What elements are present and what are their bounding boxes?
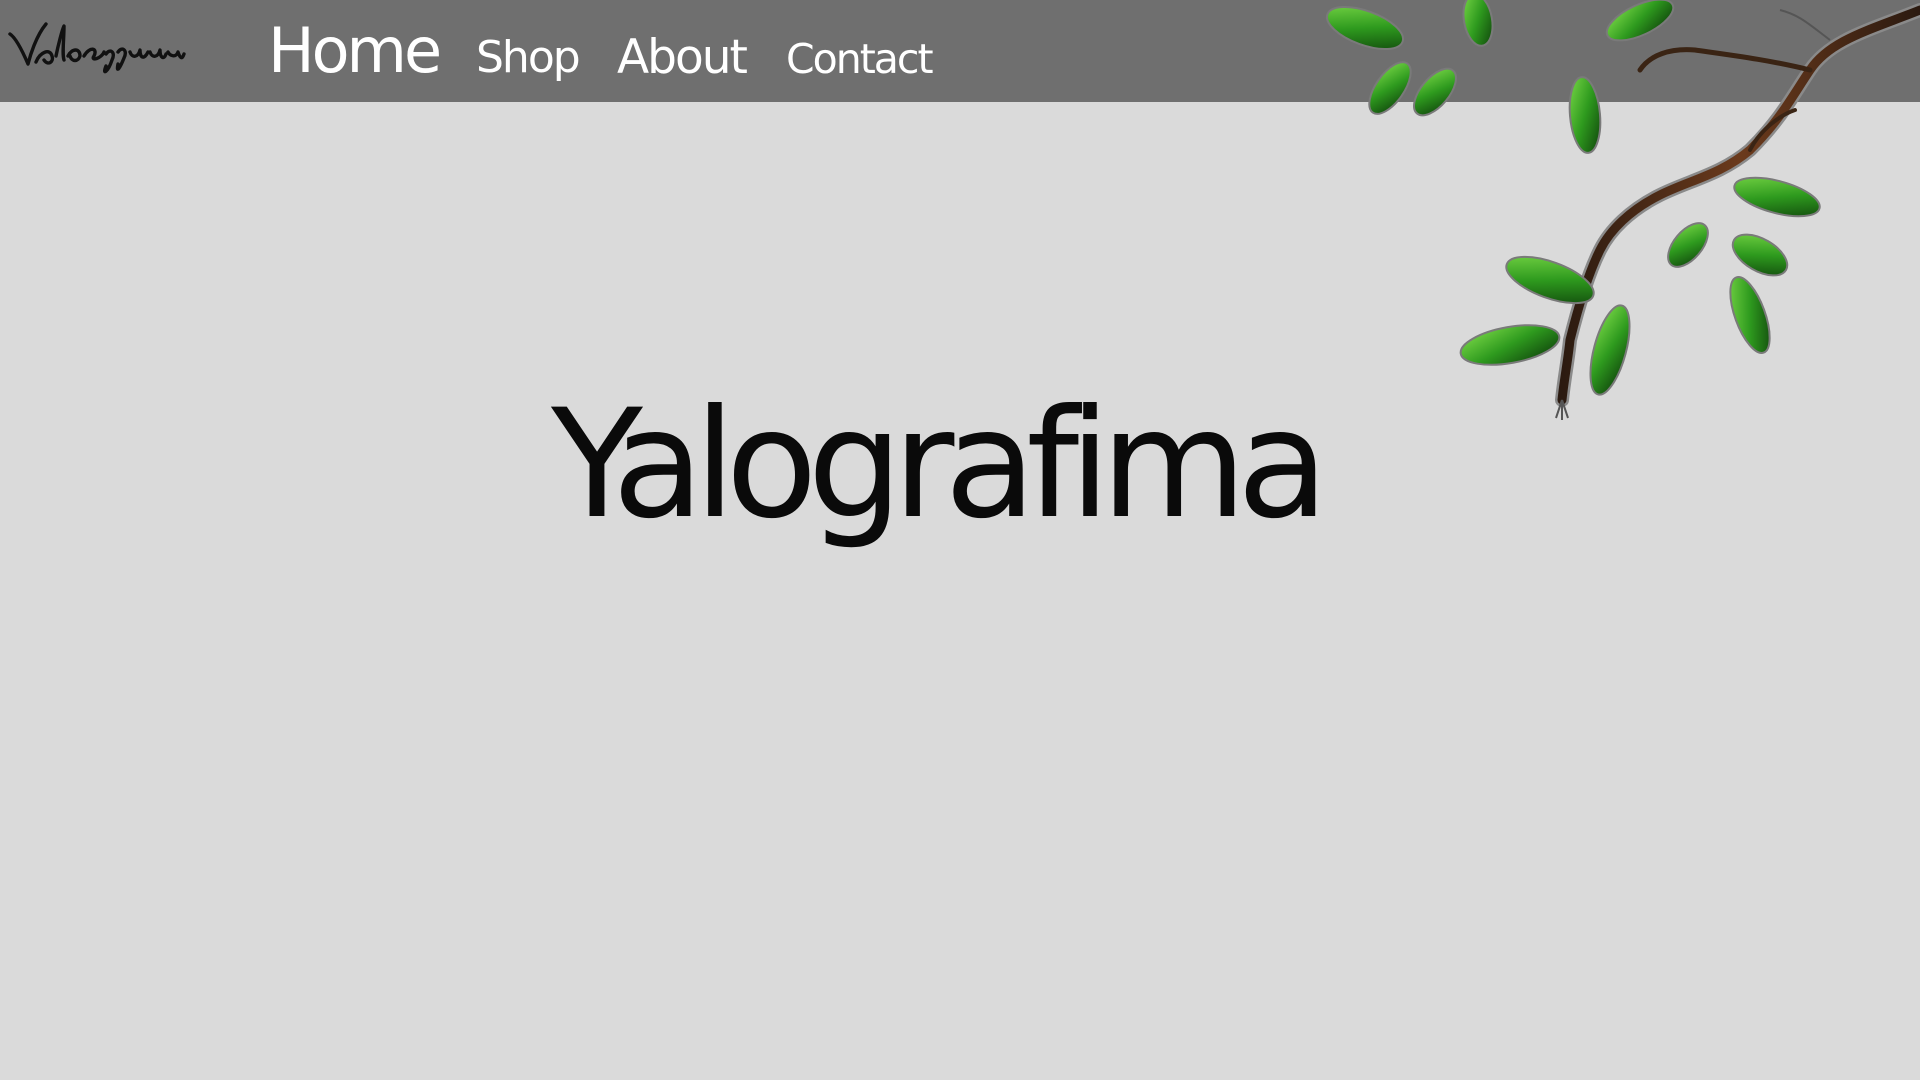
nav-link-about[interactable]: About	[617, 30, 748, 85]
hero-title: Yalografima	[551, 378, 1329, 552]
nav-link-shop[interactable]: Shop	[476, 32, 581, 83]
signature-logo-icon	[8, 22, 186, 74]
page: Home Shop About Contact Yalografima	[0, 0, 1920, 1080]
nav-link-contact[interactable]: Contact	[786, 35, 934, 83]
signature-logo[interactable]	[6, 16, 226, 80]
tree-branch-icon	[1310, 0, 1920, 430]
nav-link-home[interactable]: Home	[268, 14, 442, 87]
